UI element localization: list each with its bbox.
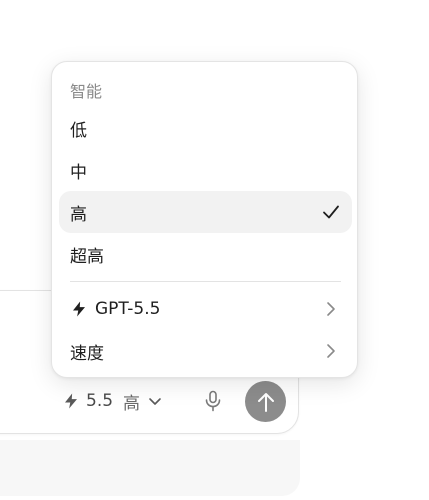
composer-toolbar: 5.5 高 [62, 381, 292, 422]
model-selector-button[interactable]: 5.5 高 [62, 389, 162, 414]
menu-item-low[interactable]: 低 [59, 107, 352, 149]
bolt-icon [73, 301, 85, 317]
chevron-right-icon [327, 344, 335, 358]
menu-item-label: 速度 [70, 343, 104, 364]
screen: 5.5 高 智能 低 中 高 超高 GPT-5.5 速度 [0, 0, 429, 500]
bolt-icon [65, 393, 77, 409]
send-button[interactable] [245, 381, 286, 422]
chevron-right-icon [327, 302, 335, 316]
checkmark-icon [323, 205, 339, 219]
background-band [0, 440, 300, 496]
menu-item-label: 低 [70, 120, 87, 141]
chevron-down-icon [149, 398, 161, 405]
menu-item-label: 高 [70, 204, 87, 225]
menu-divider [70, 281, 341, 282]
menu-item-label: GPT-5.5 [95, 299, 161, 319]
microphone-icon [205, 390, 221, 412]
model-level-label: 高 [123, 393, 141, 414]
menu-item-medium[interactable]: 中 [59, 149, 352, 191]
menu-item-model[interactable]: GPT-5.5 [59, 288, 352, 330]
microphone-button[interactable] [201, 389, 225, 413]
menu-item-high[interactable]: 高 [59, 191, 352, 233]
menu-header: 智能 [70, 82, 103, 101]
menu-item-label: 超高 [70, 246, 104, 267]
intelligence-menu: 智能 低 中 高 超高 GPT-5.5 速度 [51, 61, 358, 378]
menu-item-speed[interactable]: 速度 [59, 330, 352, 372]
menu-item-label: 中 [70, 162, 87, 183]
menu-item-extra-high[interactable]: 超高 [59, 233, 352, 275]
arrow-up-icon [257, 392, 274, 412]
model-version-label: 5.5 [86, 391, 114, 411]
